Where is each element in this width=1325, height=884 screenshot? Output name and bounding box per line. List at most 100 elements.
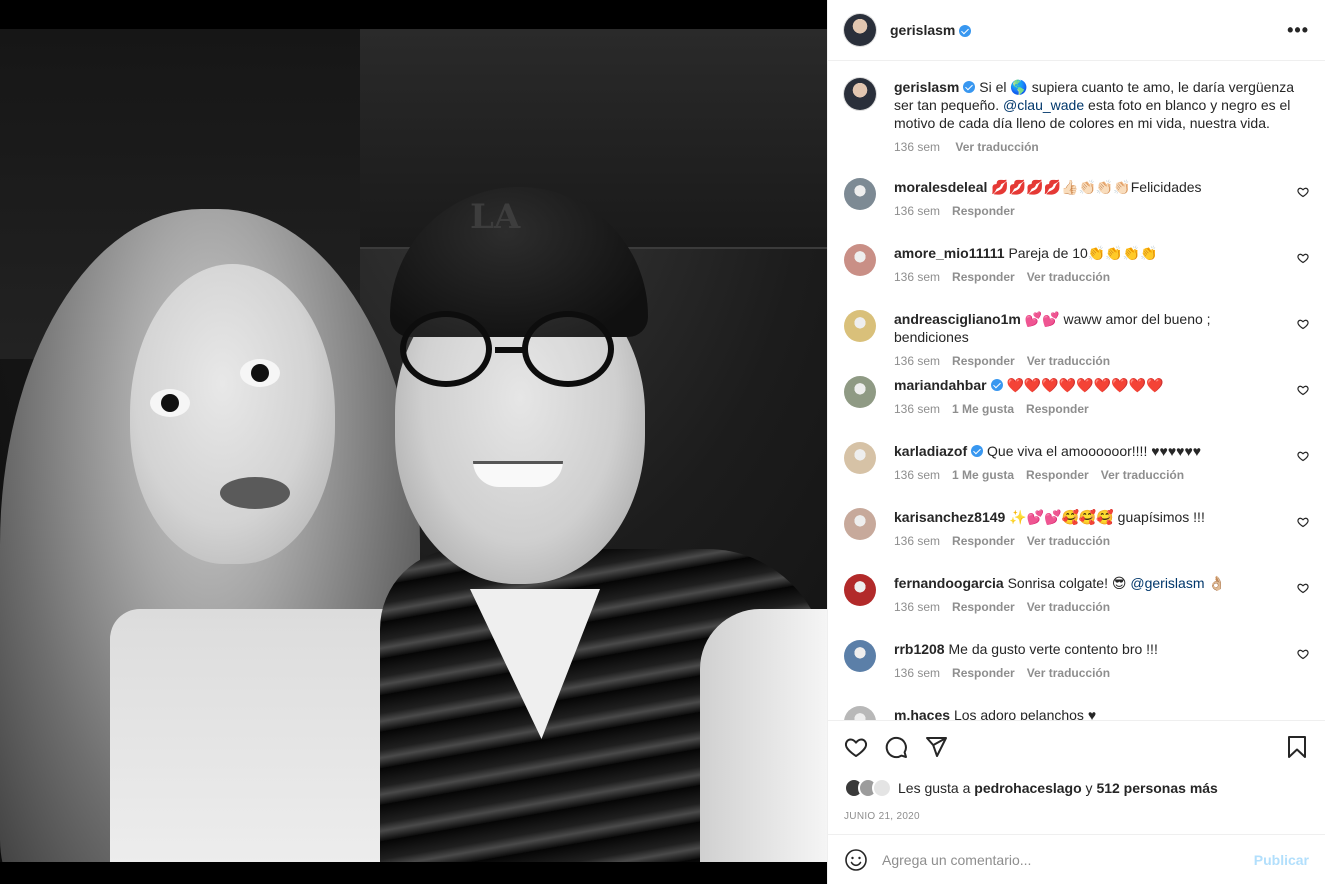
commenter-username[interactable]: karladiazof (894, 443, 967, 459)
commenter-avatar[interactable] (844, 244, 876, 276)
add-comment-bar: Publicar (828, 834, 1325, 884)
commenter-username[interactable]: m.haces (894, 707, 950, 720)
comment-text: moralesdeleal 💋💋💋💋👍🏻👏🏻👏🏻👏🏻Felicidades (894, 178, 1283, 196)
translate-link[interactable]: Ver traducción (1101, 468, 1184, 482)
save-bookmark-icon[interactable] (1285, 735, 1309, 759)
commenter-avatar[interactable] (844, 640, 876, 672)
likes-count-link[interactable]: 512 personas más (1096, 780, 1217, 796)
commenter-avatar[interactable] (844, 310, 876, 342)
commenter-avatar[interactable] (844, 706, 876, 720)
comment-meta: 136 sem Responder Ver traducción (894, 534, 1283, 548)
translate-link[interactable]: Ver traducción (1027, 354, 1110, 368)
commenter-username[interactable]: andreascigliano1m (894, 311, 1021, 327)
reply-link[interactable]: Responder (952, 204, 1015, 218)
share-paper-plane-icon[interactable] (924, 735, 948, 759)
photo-frame: LA (0, 29, 827, 862)
commenter-username[interactable]: karisanchez8149 (894, 509, 1005, 525)
caption-time: 136 sem (894, 140, 941, 154)
comment-body: Pareja de 10👏👏👏👏 (1008, 245, 1158, 261)
comment-item: fernandoogarcia Sonrisa colgate! 😎 @geri… (844, 574, 1309, 618)
reply-link[interactable]: Responder (952, 354, 1015, 368)
verified-badge-icon (971, 445, 984, 457)
comment-input[interactable] (882, 851, 1254, 868)
translate-link[interactable]: Ver traducción (1027, 534, 1110, 548)
comment-body: Los adoro pelanchos ♥ (953, 707, 1097, 720)
comment-item: rrb1208 Me da gusto verte contento bro !… (844, 640, 1309, 684)
post-photo[interactable]: LA (0, 0, 827, 884)
comment-text: mariandahbar ❤️❤️❤️❤️❤️❤️❤️❤️❤️ (894, 376, 1283, 394)
caption-avatar[interactable] (844, 78, 876, 110)
likes-conjunction: y (1085, 780, 1093, 796)
likes-user-link[interactable]: pedrohaceslago (974, 780, 1081, 796)
caption-username[interactable]: gerislasm (894, 79, 959, 95)
commenter-username[interactable]: rrb1208 (894, 641, 945, 657)
comment-item: moralesdeleal 💋💋💋💋👍🏻👏🏻👏🏻👏🏻Felicidades 136… (844, 178, 1309, 222)
comment-container: moralesdeleal 💋💋💋💋👍🏻👏🏻👏🏻👏🏻Felicidades 136… (844, 178, 1309, 720)
comment-meta: 136 sem 1 Me gusta Responder (894, 402, 1283, 416)
post-date[interactable]: JUNIO 21, 2020 (828, 803, 1325, 833)
author-username[interactable]: gerislasm (890, 22, 955, 38)
commenter-username[interactable]: mariandahbar (894, 377, 987, 393)
comment-likes-link[interactable]: 1 Me gusta (952, 468, 1014, 482)
reply-link[interactable]: Responder (1026, 468, 1089, 482)
comment-like-heart-icon[interactable] (1297, 516, 1309, 528)
comment-meta: 136 sem Responder (894, 204, 1283, 218)
publish-button[interactable]: Publicar (1254, 852, 1309, 868)
commenter-avatar[interactable] (844, 574, 876, 606)
comment-like-heart-icon[interactable] (1297, 450, 1309, 462)
comment-like-heart-icon[interactable] (1297, 252, 1309, 264)
comment-mention-link[interactable]: @gerislasm (1130, 575, 1204, 591)
likes-text: Les gusta a pedrohaceslago y 512 persona… (898, 780, 1218, 796)
comment-item: amore_mio11111 Pareja de 10👏👏👏👏 136 sem Re… (844, 244, 1309, 288)
cap-logo: LA (470, 197, 521, 237)
glasses-bridge (495, 347, 523, 353)
comment-like-heart-icon[interactable] (1297, 186, 1309, 198)
comment-body: Me da gusto verte contento bro !!! (948, 641, 1158, 657)
comment-meta: 136 sem Responder Ver traducción (894, 666, 1283, 680)
commenter-avatar[interactable] (844, 442, 876, 474)
caption-translate-link[interactable]: Ver traducción (955, 140, 1038, 154)
commenter-avatar[interactable] (844, 376, 876, 408)
comment-item: karladiazof Que viva el amoooooor!!!! ♥♥… (844, 442, 1309, 486)
more-options-icon[interactable]: ••• (1287, 20, 1309, 41)
commenter-avatar[interactable] (844, 508, 876, 540)
comment-item: m.haces Los adoro pelanchos ♥ (844, 706, 1309, 720)
comment-likes-link[interactable]: 1 Me gusta (952, 402, 1014, 416)
commenter-username[interactable]: fernandoogarcia (894, 575, 1004, 591)
comment-like-heart-icon[interactable] (1297, 318, 1309, 330)
comment-time: 136 sem (894, 402, 941, 416)
commenter-username[interactable]: moralesdeleal (894, 179, 987, 195)
comment-like-heart-icon[interactable] (1297, 582, 1309, 594)
commenter-avatar[interactable] (844, 178, 876, 210)
emoji-smiley-icon[interactable] (844, 848, 868, 872)
reply-link[interactable]: Responder (1026, 402, 1089, 416)
comment-meta: 136 sem Responder Ver traducción (894, 270, 1283, 284)
caption-text-part: Si el (979, 79, 1007, 95)
comment-icon[interactable] (884, 735, 908, 759)
reply-link[interactable]: Responder (952, 666, 1015, 680)
comment-text: karladiazof Que viva el amoooooor!!!! ♥♥… (894, 442, 1283, 460)
like-heart-icon[interactable] (844, 735, 868, 759)
comment-like-heart-icon[interactable] (1297, 648, 1309, 660)
translate-link[interactable]: Ver traducción (1027, 600, 1110, 614)
liker-avatar[interactable] (872, 778, 892, 798)
reply-link[interactable]: Responder (952, 600, 1015, 614)
reply-link[interactable]: Responder (952, 270, 1015, 284)
reply-link[interactable]: Responder (952, 534, 1015, 548)
comment-like-heart-icon[interactable] (1297, 384, 1309, 396)
translate-link[interactable]: Ver traducción (1027, 666, 1110, 680)
globe-emoji: 🌎 (1010, 79, 1028, 95)
comment-item: andreascigliano1m 💕💕 waww amor del bueno… (844, 310, 1309, 368)
comment-text: rrb1208 Me da gusto verte contento bro !… (894, 640, 1283, 658)
author-avatar[interactable] (844, 14, 876, 46)
caption-mention-link[interactable]: @clau_wade (1003, 97, 1084, 113)
post-actions: Les gusta a pedrohaceslago y 512 persona… (828, 720, 1325, 884)
post-header: gerislasm ••• (828, 0, 1325, 61)
comment-time: 136 sem (894, 354, 941, 368)
comments-list[interactable]: gerislasm Si el 🌎 supiera cuanto te amo,… (828, 62, 1325, 720)
comment-body: ✨💕💕🥰🥰🥰 guapísimos !!! (1009, 509, 1205, 525)
commenter-username[interactable]: amore_mio11111 (894, 245, 1005, 261)
translate-link[interactable]: Ver traducción (1027, 270, 1110, 284)
comment-item: karisanchez8149 ✨💕💕🥰🥰🥰 guapísimos !!! 136… (844, 508, 1309, 552)
woman-eye-right (240, 359, 280, 387)
